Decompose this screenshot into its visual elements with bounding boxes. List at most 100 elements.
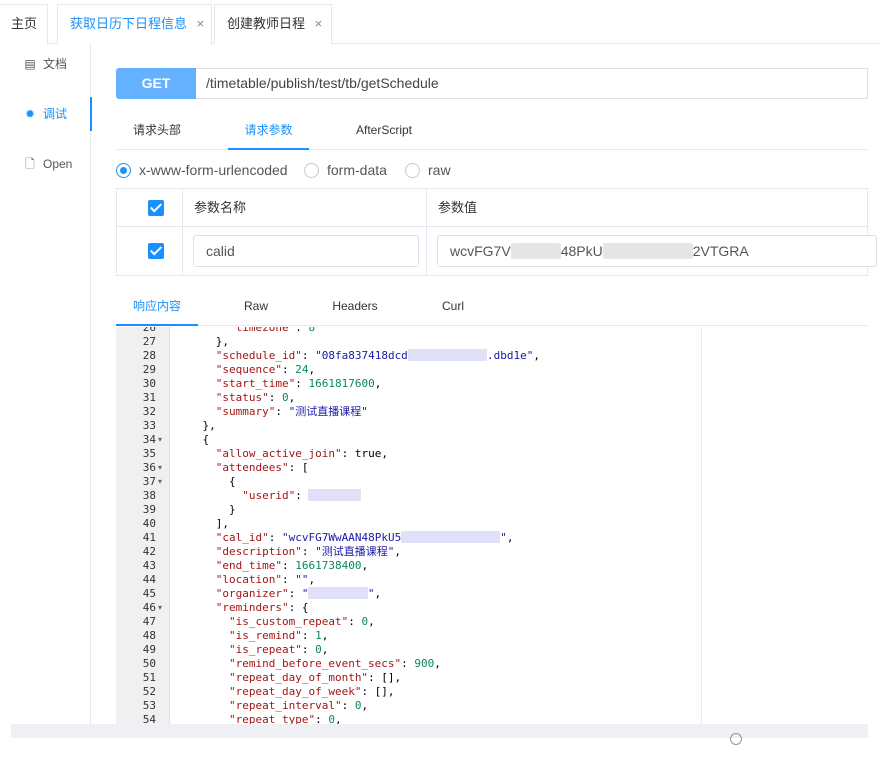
radio-dot xyxy=(405,163,420,178)
tab-request-params[interactable]: 请求参数 xyxy=(228,113,309,150)
tab-raw[interactable]: Raw xyxy=(226,288,286,326)
row-checkbox[interactable] xyxy=(148,243,164,259)
line-number: 31 xyxy=(142,391,156,404)
line-number: 43 xyxy=(142,559,156,572)
response-code-editor[interactable]: 26 "timezone": 8 27 }, 28 "schedule_id": "… xyxy=(116,327,868,724)
line-number: 26 xyxy=(142,327,156,334)
radio-raw[interactable]: raw xyxy=(405,160,451,180)
line-number: 28 xyxy=(142,349,156,362)
code-line: "repeat_day_of_week": [], xyxy=(228,685,395,698)
url-input[interactable]: /timetable/publish/test/tb/getSchedule xyxy=(196,68,868,99)
tab-label: 主页 xyxy=(11,16,38,31)
line-number: 35 xyxy=(142,447,156,460)
sidebar: ▤ 文档 ✹ 调试 🗋 Open xyxy=(11,44,92,724)
fold-toggle-icon[interactable]: ▾ xyxy=(158,433,168,447)
line-number: 30 xyxy=(142,377,156,390)
param-name-input[interactable]: calid xyxy=(193,235,419,267)
radio-dot xyxy=(304,163,319,178)
param-name-cell: calid xyxy=(183,227,427,275)
code-line: "is_remind": 1, xyxy=(228,629,329,642)
tab-after-script[interactable]: AfterScript xyxy=(341,113,427,150)
response-tabs: 响应内容 Raw Headers Curl xyxy=(116,288,868,326)
line-number: 51 xyxy=(142,671,156,684)
line-number: 41 xyxy=(142,531,156,544)
document-icon: ▤ xyxy=(24,57,36,71)
code-line: "description": "测试直播课程", xyxy=(215,545,401,558)
close-icon[interactable]: × xyxy=(197,16,205,31)
param-name-header: 参数名称 xyxy=(194,200,247,215)
sidebar-item-debug[interactable]: ✹ 调试 xyxy=(11,97,92,131)
code-line: "reminders": { xyxy=(215,601,309,614)
tab-home[interactable]: 主页 xyxy=(0,4,48,44)
line-number: 44 xyxy=(142,573,156,586)
code-line: } xyxy=(176,503,236,516)
param-value-header: 参数值 xyxy=(438,200,478,215)
line-number: 37 xyxy=(142,475,156,488)
fold-toggle-icon[interactable]: ▾ xyxy=(158,475,168,489)
code-line: "sequence": 24, xyxy=(215,363,316,376)
line-number: 39 xyxy=(142,503,156,516)
code-line: "is_custom_repeat": 0, xyxy=(228,615,375,628)
tab-label: 创建教师日程 xyxy=(227,16,306,31)
code-line: "userid": xyxy=(176,489,362,503)
code-line: "location": "", xyxy=(215,573,316,586)
code-line: ], xyxy=(176,517,229,530)
line-number: 54 xyxy=(142,713,156,724)
radio-x-www-form-urlencoded[interactable]: x-www-form-urlencoded xyxy=(116,160,288,180)
line-number: 27 xyxy=(142,335,156,348)
line-number: 40 xyxy=(142,517,156,530)
sidebar-item-label: 文档 xyxy=(43,57,68,71)
code-line: "cal_id": "wcvFG7WwAAN48PkU5 ", xyxy=(215,531,514,544)
tab-headers[interactable]: Headers xyxy=(321,288,389,326)
line-number: 45 xyxy=(142,587,156,600)
line-number: 29 xyxy=(142,363,156,376)
tab-create-teacher-schedule[interactable]: 创建教师日程 × xyxy=(214,4,332,44)
redacted-block xyxy=(602,243,693,259)
line-number: 36 xyxy=(142,461,156,474)
line-number: 53 xyxy=(142,699,156,712)
app-root: 主页 获取日历下日程信息 × 创建教师日程 × ▤ 文档 ✹ 调试 🗋 Open GE… xyxy=(0,0,881,759)
tab-curl[interactable]: Curl xyxy=(430,288,476,326)
select-all-checkbox[interactable] xyxy=(148,200,164,216)
tab-request-headers[interactable]: 请求头部 xyxy=(116,113,198,150)
param-value-input[interactable]: wcvFG7V 48PkU 2VTGRA xyxy=(437,235,877,267)
line-number: 42 xyxy=(142,545,156,558)
settings-icon[interactable] xyxy=(730,733,742,745)
select-all-cell xyxy=(117,189,183,226)
tab-bar: 主页 获取日历下日程信息 × 创建教师日程 × xyxy=(0,0,881,45)
fold-toggle-icon[interactable]: ▾ xyxy=(158,601,168,615)
close-icon[interactable]: × xyxy=(315,16,323,31)
bug-icon: ✹ xyxy=(24,107,36,121)
http-method-button[interactable]: GET xyxy=(116,68,196,99)
code-line: "attendees": [ xyxy=(215,461,309,474)
params-header-row: 参数名称 参数值 xyxy=(117,189,869,227)
code-line: "remind_before_event_secs": 900, xyxy=(228,657,441,670)
fold-toggle-icon[interactable]: ▾ xyxy=(158,461,168,475)
code-line: "timezone": 8 xyxy=(228,327,316,334)
sidebar-item-docs[interactable]: ▤ 文档 xyxy=(11,47,91,81)
code-line: "end_time": 1661738400, xyxy=(215,559,369,572)
file-icon: 🗋 xyxy=(25,157,35,171)
code-line: }, xyxy=(176,419,216,432)
param-value-mid: 48PkU xyxy=(560,243,603,259)
sidebar-item-open[interactable]: 🗋 Open xyxy=(11,147,91,181)
code-line: "status": 0, xyxy=(215,391,296,404)
param-value-prefix: wcvFG7V xyxy=(450,243,511,259)
code-line: "schedule_id": "08fa837418dcd .dbd1e", xyxy=(215,349,540,362)
row-checkbox-cell xyxy=(117,227,183,275)
code-line: "start_time": 1661817600, xyxy=(215,377,382,390)
code-line: "is_repeat": 0, xyxy=(228,643,329,656)
radio-form-data[interactable]: form-data xyxy=(304,160,387,180)
tab-get-schedule[interactable]: 获取日历下日程信息 × xyxy=(57,4,212,45)
code-line: "allow_active_join": true, xyxy=(215,447,388,460)
sidebar-item-label: 调试 xyxy=(43,107,68,121)
table-row: calid wcvFG7V 48PkU 2VTGRA xyxy=(117,227,877,275)
radio-dot xyxy=(116,163,131,178)
param-name-header-cell: 参数名称 xyxy=(183,189,427,226)
code-line: { xyxy=(176,433,210,446)
line-number: 48 xyxy=(142,629,156,642)
params-table: 参数名称 参数值 calid wcvFG7V 48PkU 2VTGRA xyxy=(116,188,877,276)
sidebar-item-label: Open xyxy=(43,157,73,171)
tab-response-content[interactable]: 响应内容 xyxy=(116,288,198,326)
code-line: "repeat_type": 0, xyxy=(228,713,342,724)
